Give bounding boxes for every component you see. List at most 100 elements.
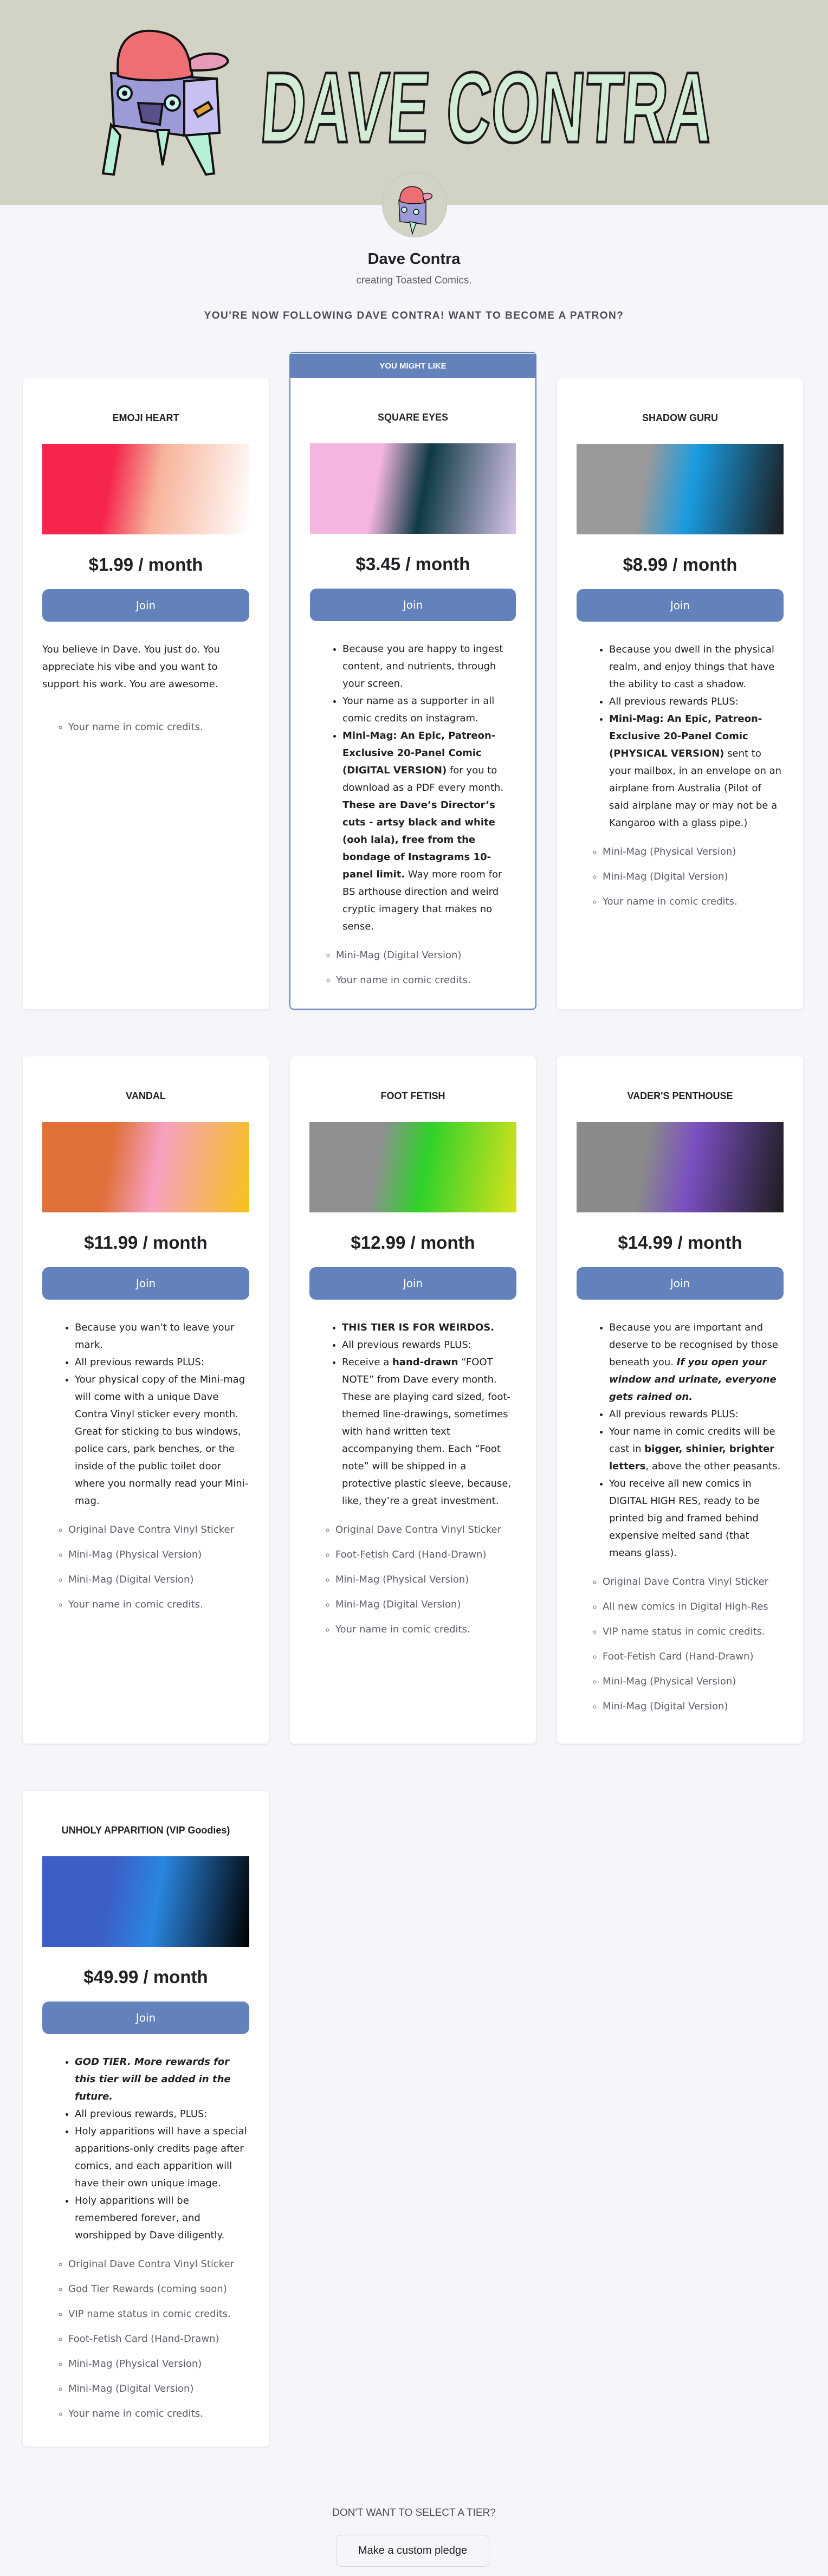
description-text: You believe in Dave. You just do. You ap… <box>42 644 220 690</box>
description-text: All previous rewards PLUS: <box>342 1339 471 1351</box>
description-text: Because you wan't to leave your mark. <box>75 1322 235 1351</box>
benefit-item: VIP name status in comic credits. <box>603 1619 784 1644</box>
creator-tagline: creating Toasted Comics. <box>356 275 472 286</box>
benefit-item: Mini-Mag (Digital Version) <box>603 1694 784 1719</box>
description-list: Because you are important and deserve to… <box>577 1319 784 1562</box>
description-text: All previous rewards, PLUS: <box>75 2108 208 2120</box>
tier-price: $14.99 / month <box>618 1232 742 1253</box>
tier-description: Because you dwell in the physical realm,… <box>577 641 784 832</box>
creator-avatar[interactable] <box>382 172 447 237</box>
benefit-item: Your name in comic credits. <box>68 2401 249 2426</box>
description-item: All previous rewards, PLUS: <box>75 2106 249 2123</box>
benefits-list: Original Dave Contra Vinyl StickerAll ne… <box>577 1570 784 1719</box>
description-item: Because you dwell in the physical realm,… <box>609 641 784 693</box>
join-button[interactable]: Join <box>42 589 249 622</box>
description-item: THIS TIER IS FOR WEIRDOS. <box>342 1319 516 1337</box>
tier-card: EMOJI HEART $1.99 / month Join You believe … <box>22 378 269 1010</box>
benefit-item: Mini-Mag (Physical Version) <box>68 2352 249 2377</box>
description-item: Your physical copy of the Mini-mag will … <box>75 1371 249 1510</box>
tier-description: Because you are important and deserve to… <box>577 1319 784 1562</box>
tier-title: UNHOLY APPARITION (VIP Goodies) <box>61 1825 230 1836</box>
benefit-item: All new comics in Digital High-Res <box>603 1594 784 1619</box>
description-text: Holy apparitions will be remembered fore… <box>75 2195 225 2241</box>
description-text: hand-drawn <box>392 1357 458 1368</box>
benefit-item: Mini-Mag (Physical Version) <box>603 1669 784 1694</box>
benefit-item: Your name in comic credits. <box>68 1592 249 1617</box>
description-item: Your name as a supporter in all comic cr… <box>342 693 516 727</box>
description-item: Receive a hand-drawn “FOOT NOTE” from Da… <box>342 1354 516 1510</box>
description-item: Mini-Mag: An Epic, Patreon-Exclusive 20-… <box>342 727 516 935</box>
description-text: Your physical copy of the Mini-mag will … <box>75 1374 249 1507</box>
benefits-list: Mini-Mag (Physical Version)Mini-Mag (Dig… <box>577 840 784 914</box>
tier-description: THIS TIER IS FOR WEIRDOS. All previous re… <box>309 1319 516 1510</box>
benefit-item: VIP name status in comic credits. <box>68 2302 249 2327</box>
benefit-item: Mini-Mag (Digital Version) <box>68 1567 249 1592</box>
benefit-item: Mini-Mag (Physical Version) <box>335 1567 516 1592</box>
join-button[interactable]: Join <box>42 1267 249 1300</box>
tier-price: $11.99 / month <box>84 1232 208 1253</box>
tier-card: VADER'S PENTHOUSE $14.99 / month Join Becau… <box>557 1056 804 1744</box>
benefit-item: Foot-Fetish Card (Hand-Drawn) <box>68 2327 249 2352</box>
tier-title: VANDAL <box>126 1090 166 1101</box>
join-button[interactable]: Join <box>577 1267 784 1300</box>
benefit-item: Mini-Mag (Digital Version) <box>335 1592 516 1617</box>
join-button[interactable]: Join <box>310 589 516 621</box>
description-text: Receive a <box>342 1357 392 1368</box>
benefit-item: Your name in comic credits. <box>603 889 784 914</box>
tier-price: $12.99 / month <box>351 1232 475 1253</box>
description-text: All previous rewards PLUS: <box>609 1409 739 1420</box>
benefit-item: Original Dave Contra Vinyl Sticker <box>603 1570 784 1594</box>
description-item: Because you are happy to ingest content,… <box>342 641 516 693</box>
benefit-item: Mini-Mag (Physical Version) <box>603 840 784 864</box>
description-item: All previous rewards PLUS: <box>342 1337 516 1354</box>
benefit-item: Mini-Mag (Digital Version) <box>68 2377 249 2401</box>
description-text: Because you dwell in the physical realm,… <box>609 644 775 690</box>
tier-price: $49.99 / month <box>83 1967 208 1987</box>
benefits-list: Original Dave Contra Vinyl StickerFoot-F… <box>309 1518 516 1642</box>
description-item: Holy apparitions will be remembered fore… <box>75 2192 249 2244</box>
benefits-list: Original Dave Contra Vinyl StickerMini-M… <box>42 1518 249 1617</box>
description-text: All previous rewards PLUS: <box>75 1357 204 1368</box>
custom-pledge-heading: DON'T WANT TO SELECT A TIER? <box>332 2507 496 2519</box>
benefit-item: Mini-Mag (Physical Version) <box>68 1542 249 1567</box>
tier-title: SHADOW GURU <box>642 412 718 423</box>
tier-image <box>42 444 249 534</box>
recommended-badge: YOU MIGHT LIKE <box>289 352 536 378</box>
logo-wordmark: DAVE CONTRA <box>257 51 716 164</box>
description-item: Your name in comic credits will be cast … <box>609 1423 784 1475</box>
description-text: sent to your mailbox, in an envelope on … <box>609 748 782 829</box>
description-text: Holy apparitions will have a special app… <box>75 2126 247 2189</box>
benefit-item: Mini-Mag (Digital Version) <box>603 864 784 889</box>
benefit-item: Your name in comic credits. <box>336 968 516 993</box>
tier-title: EMOJI HEART <box>112 412 179 423</box>
description-item: Because you wan't to leave your mark. <box>75 1319 249 1354</box>
benefits-list: Your name in comic credits. <box>42 715 249 740</box>
tier-card: YOU MIGHT LIKE SQUARE EYES $3.45 / month Jo… <box>289 352 536 1010</box>
description-list: Because you wan't to leave your mark. All… <box>42 1319 249 1510</box>
description-item: Mini-Mag: An Epic, Patreon-Exclusive 20-… <box>609 711 784 832</box>
description-list: Because you dwell in the physical realm,… <box>577 641 784 832</box>
tier-grid: EMOJI HEART $1.99 / month Join You believe … <box>22 352 804 2447</box>
join-button[interactable]: Join <box>309 1267 516 1300</box>
description-item: Because you are important and deserve to… <box>609 1319 784 1406</box>
description-text: “FOOT NOTE” from Dave every month. These… <box>342 1357 512 1507</box>
tier-description: You believe in Dave. You just do. You ap… <box>42 641 249 693</box>
tier-card: UNHOLY APPARITION (VIP Goodies) $49.99 / … <box>22 1790 269 2447</box>
creator-name: Dave Contra <box>367 250 461 268</box>
description-item: Holy apparitions will have a special app… <box>75 2123 249 2192</box>
benefit-item: Original Dave Contra Vinyl Sticker <box>68 1518 249 1542</box>
benefits-list: Mini-Mag (Digital Version)Your name in c… <box>310 943 516 993</box>
join-button[interactable]: Join <box>42 2002 249 2034</box>
description-text: You receive all new comics in DIGITAL HI… <box>609 1478 760 1559</box>
join-button[interactable]: Join <box>577 589 784 622</box>
custom-pledge-button[interactable]: Make a custom pledge <box>336 2535 489 2567</box>
benefit-item: Original Dave Contra Vinyl Sticker <box>68 2252 249 2277</box>
tier-description: GOD TIER. More rewards for this tier wil… <box>42 2054 249 2244</box>
toaster-mascot-icon <box>101 29 229 176</box>
tier-image <box>577 444 784 534</box>
tier-title: FOOT FETISH <box>380 1090 445 1101</box>
description-text: All previous rewards PLUS: <box>609 696 739 707</box>
benefit-item: Original Dave Contra Vinyl Sticker <box>335 1518 516 1542</box>
tier-title: SQUARE EYES <box>377 412 449 423</box>
toaster-avatar-icon <box>398 186 432 235</box>
